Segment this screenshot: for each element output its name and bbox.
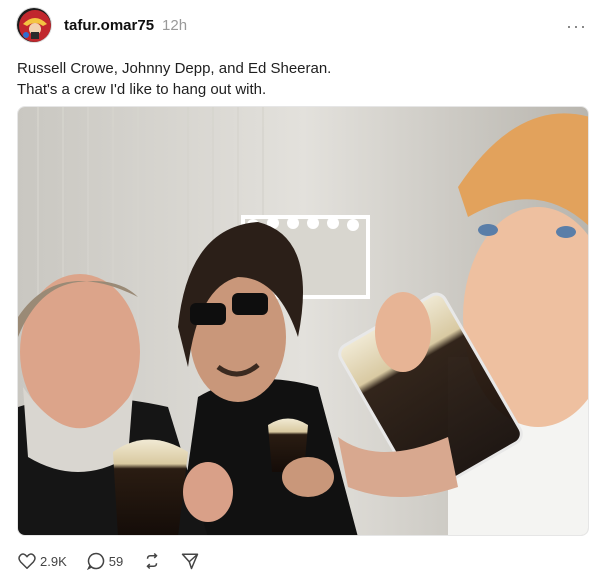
more-options-icon[interactable]: ··· bbox=[566, 16, 587, 37]
photo-image bbox=[18, 107, 588, 535]
post-card: tafur.omar75 12h ··· Russell Crowe, John… bbox=[0, 0, 603, 571]
share-button[interactable] bbox=[181, 552, 199, 570]
send-icon bbox=[181, 553, 199, 570]
like-count: 2.9K bbox=[40, 553, 67, 569]
post-caption: Russell Crowe, Johnny Depp, and Ed Sheer… bbox=[17, 58, 587, 100]
repost-icon bbox=[146, 552, 158, 570]
post-photo[interactable] bbox=[17, 106, 589, 536]
avatar-image bbox=[17, 8, 51, 42]
reply-button[interactable]: 59 bbox=[86, 552, 124, 570]
repost-button[interactable] bbox=[143, 552, 161, 570]
heart-icon bbox=[18, 553, 36, 569]
comment-icon bbox=[86, 552, 104, 570]
timestamp: 12h bbox=[162, 16, 188, 34]
like-button[interactable]: 2.9K bbox=[18, 553, 67, 569]
username[interactable]: tafur.omar75 bbox=[64, 17, 154, 34]
reply-count: 59 bbox=[108, 553, 124, 569]
action-bar: 2.9K 59 bbox=[18, 551, 219, 571]
post-header: tafur.omar75 12h ··· bbox=[16, 6, 591, 44]
caption-line-1: Russell Crowe, Johnny Depp, and Ed Sheer… bbox=[17, 60, 332, 77]
caption-line-2: That's a crew I'd like to hang out with. bbox=[17, 81, 267, 98]
avatar[interactable] bbox=[16, 7, 52, 43]
